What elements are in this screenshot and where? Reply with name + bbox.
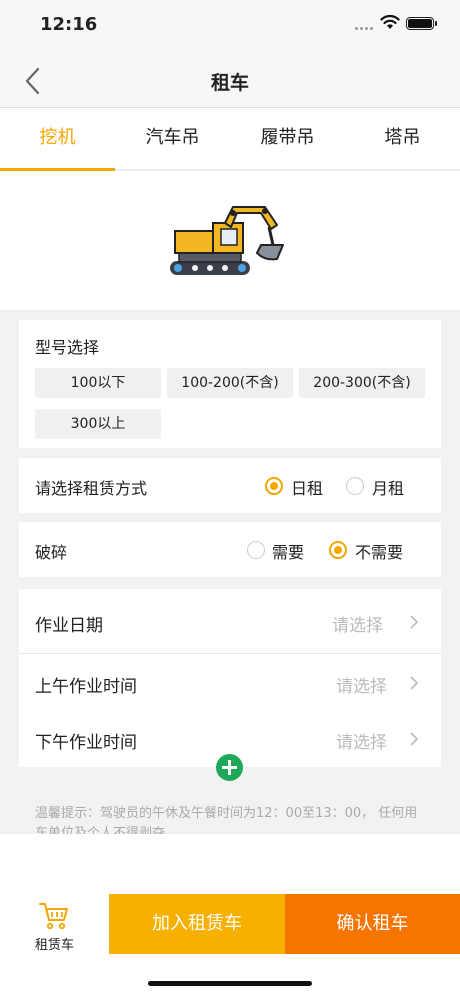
- chevron-right-icon: [410, 676, 419, 690]
- excavator-icon: [170, 206, 284, 275]
- breaker-need-label[interactable]: 需要: [272, 539, 304, 563]
- status-time: 12:16: [40, 14, 98, 35]
- tab-crawler-crane[interactable]: 履带吊: [230, 108, 345, 170]
- category-tabs: 挖机 汽车吊 履带吊 塔吊: [0, 108, 460, 171]
- model-option-200-300[interactable]: 200-300(不含): [299, 368, 425, 398]
- status-bar: 12:16: [0, 0, 460, 50]
- daily-rent-radio[interactable]: [265, 477, 283, 495]
- wifi-icon: [380, 14, 400, 30]
- add-time-slot-button[interactable]: [216, 754, 243, 781]
- battery-icon: [406, 17, 437, 30]
- breaker-no-need-label[interactable]: 不需要: [355, 539, 403, 563]
- chevron-right-icon: [410, 615, 419, 629]
- pm-time-label: 下午作业时间: [35, 733, 137, 753]
- cart-button[interactable]: 租赁车: [0, 894, 109, 954]
- am-time-picker[interactable]: 请选择: [336, 672, 387, 697]
- schedule-card: 作业日期 请选择 上午作业时间 请选择 下午作业时间 请选择: [19, 589, 441, 767]
- pm-time-picker[interactable]: 请选择: [336, 728, 387, 753]
- confirm-rent-button[interactable]: 确认租车: [285, 894, 460, 954]
- home-indicator: [148, 981, 312, 986]
- warm-tip: 温馨提示：驾驶员的午休及午餐时间为12：00至13：00， 任何用车单位及个人不…: [35, 806, 418, 834]
- breaker-need-radio[interactable]: [247, 541, 265, 559]
- page-title: 租车: [210, 72, 249, 94]
- divider: [19, 653, 441, 654]
- breaker-no-need-radio[interactable]: [329, 541, 347, 559]
- am-time-label: 上午作业时间: [35, 677, 137, 697]
- model-option-100-below[interactable]: 100以下: [35, 368, 161, 398]
- tab-excavator[interactable]: 挖机: [0, 108, 115, 171]
- monthly-rent-radio[interactable]: [346, 477, 364, 495]
- cart-icon: [39, 903, 68, 930]
- rental-mode-card: 请选择租赁方式 日租 月租: [19, 458, 441, 513]
- bottom-action-bar: 租赁车 加入租赁车 确认租车: [0, 834, 460, 996]
- breaker-label: 破碎: [35, 543, 68, 562]
- work-date-label: 作业日期: [35, 616, 103, 636]
- nav-bar: 租车: [0, 50, 460, 108]
- rental-mode-label: 请选择租赁方式: [35, 479, 148, 498]
- tab-tower-crane[interactable]: 塔吊: [345, 108, 460, 170]
- work-date-picker[interactable]: 请选择: [332, 611, 383, 636]
- model-card: 型号选择 100以下 100-200(不含) 200-300(不含) 300以上: [19, 320, 441, 448]
- chevron-right-icon: [410, 732, 419, 746]
- hero-banner: [0, 171, 460, 310]
- cart-label: 租赁车: [34, 938, 74, 953]
- signal-icon: [355, 27, 375, 31]
- breaker-card: 破碎 需要 不需要: [19, 522, 441, 577]
- monthly-rent-label[interactable]: 月租: [372, 475, 404, 499]
- tab-truck-crane[interactable]: 汽车吊: [115, 108, 230, 170]
- daily-rent-label[interactable]: 日租: [291, 475, 323, 499]
- add-to-cart-button[interactable]: 加入租赁车: [109, 894, 285, 954]
- model-title: 型号选择: [35, 338, 100, 357]
- model-option-100-200[interactable]: 100-200(不含): [167, 368, 293, 398]
- model-option-300-above[interactable]: 300以上: [35, 409, 161, 439]
